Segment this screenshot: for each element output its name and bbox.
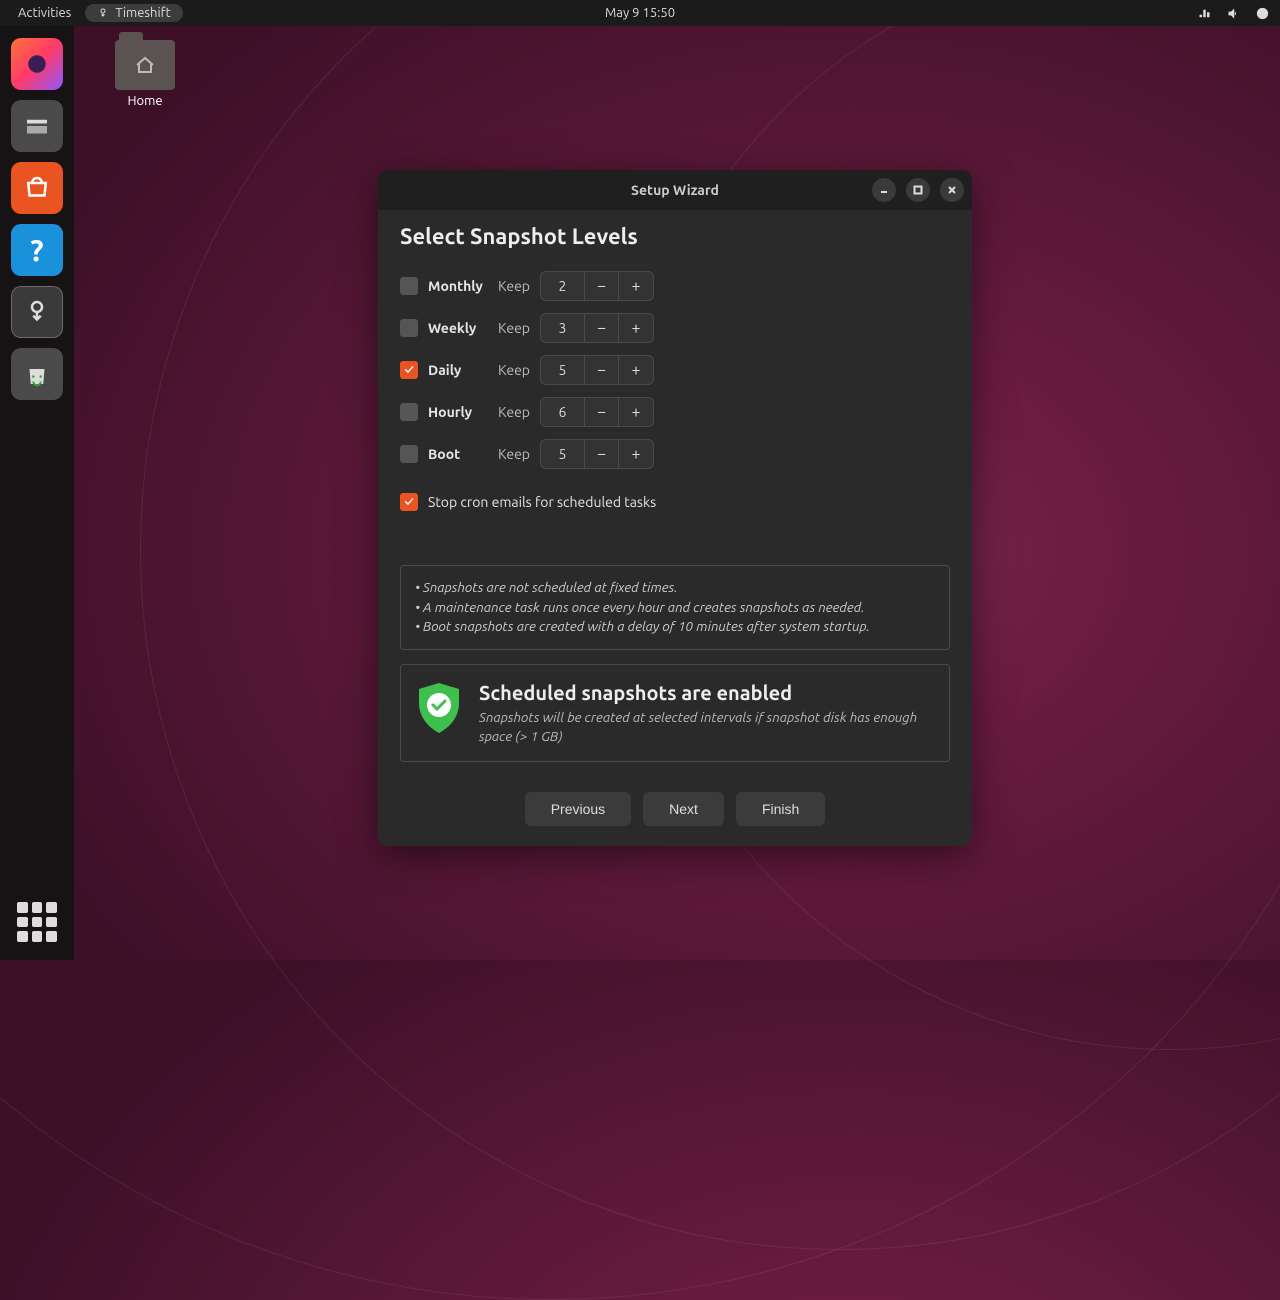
keep-label: Keep xyxy=(498,446,530,462)
decrement-button[interactable]: − xyxy=(585,440,619,468)
app-menu-button[interactable]: Timeshift xyxy=(85,4,182,22)
keep-spinner-boot: 5−+ xyxy=(540,439,654,469)
keep-label: Keep xyxy=(498,362,530,378)
files-icon xyxy=(22,111,52,141)
increment-button[interactable]: + xyxy=(619,314,653,342)
dock-trash[interactable] xyxy=(11,348,63,400)
keep-spinner-hourly: 6−+ xyxy=(540,397,654,427)
decrement-button[interactable]: − xyxy=(585,398,619,426)
level-label: Monthly xyxy=(428,278,498,294)
decrement-button[interactable]: − xyxy=(585,272,619,300)
dock-store[interactable] xyxy=(11,162,63,214)
keep-value[interactable]: 6 xyxy=(541,398,585,426)
activities-button[interactable]: Activities xyxy=(10,4,79,22)
volume-icon[interactable] xyxy=(1226,6,1241,21)
dock-help[interactable]: ? xyxy=(11,224,63,276)
increment-button[interactable]: + xyxy=(619,398,653,426)
level-label: Weekly xyxy=(428,320,498,336)
dialog-heading: Select Snapshot Levels xyxy=(400,224,950,249)
dialog-title: Setup Wizard xyxy=(631,182,719,198)
keep-label: Keep xyxy=(498,320,530,336)
decrement-button[interactable]: − xyxy=(585,356,619,384)
maximize-button[interactable] xyxy=(906,178,930,202)
show-applications-button[interactable] xyxy=(17,902,57,942)
keep-value[interactable]: 5 xyxy=(541,356,585,384)
timeshift-icon xyxy=(97,7,109,19)
dock-timeshift[interactable] xyxy=(11,286,63,338)
dock: ? xyxy=(0,26,74,960)
level-checkbox-hourly[interactable] xyxy=(400,403,418,421)
info-box: Snapshots are not scheduled at fixed tim… xyxy=(400,565,950,650)
close-button[interactable] xyxy=(940,178,964,202)
keep-value[interactable]: 3 xyxy=(541,314,585,342)
clock[interactable]: May 9 15:50 xyxy=(605,6,675,20)
top-bar: Activities Timeshift May 9 15:50 xyxy=(0,0,1280,26)
network-icon[interactable] xyxy=(1197,6,1212,21)
shield-check-icon xyxy=(415,681,463,735)
level-checkbox-monthly[interactable] xyxy=(400,277,418,295)
trash-icon xyxy=(22,359,52,389)
previous-button[interactable]: Previous xyxy=(525,792,631,826)
dock-firefox[interactable] xyxy=(11,38,63,90)
increment-button[interactable]: + xyxy=(619,272,653,300)
cron-label: Stop cron emails for scheduled tasks xyxy=(428,494,656,510)
cron-checkbox[interactable] xyxy=(400,493,418,511)
level-label: Hourly xyxy=(428,404,498,420)
status-title: Scheduled snapshots are enabled xyxy=(479,681,935,704)
info-line: Snapshots are not scheduled at fixed tim… xyxy=(415,578,935,598)
power-icon[interactable] xyxy=(1255,6,1270,21)
dialog-titlebar[interactable]: Setup Wizard xyxy=(378,170,972,210)
folder-icon xyxy=(115,40,175,90)
keep-value[interactable]: 5 xyxy=(541,440,585,468)
increment-button[interactable]: + xyxy=(619,356,653,384)
level-label: Daily xyxy=(428,362,498,378)
dialog-footer: Previous Next Finish xyxy=(400,792,950,826)
level-checkbox-boot[interactable] xyxy=(400,445,418,463)
desktop-icon-label: Home xyxy=(105,94,185,108)
info-line: A maintenance task runs once every hour … xyxy=(415,598,935,618)
increment-button[interactable]: + xyxy=(619,440,653,468)
decrement-button[interactable]: − xyxy=(585,314,619,342)
app-menu-label: Timeshift xyxy=(115,6,170,20)
timeshift-icon xyxy=(22,297,52,327)
keep-value[interactable]: 2 xyxy=(541,272,585,300)
finish-button[interactable]: Finish xyxy=(736,792,825,826)
firefox-icon xyxy=(22,49,52,79)
level-checkbox-weekly[interactable] xyxy=(400,319,418,337)
minimize-button[interactable] xyxy=(872,178,896,202)
store-icon xyxy=(22,173,52,203)
keep-spinner-monthly: 2−+ xyxy=(540,271,654,301)
level-label: Boot xyxy=(428,446,498,462)
desktop-home-icon[interactable]: Home xyxy=(105,40,185,108)
keep-label: Keep xyxy=(498,404,530,420)
setup-wizard-dialog: Setup Wizard Select Snapshot Levels Mont… xyxy=(378,170,972,846)
home-glyph-icon xyxy=(133,53,157,77)
info-line: Boot snapshots are created with a delay … xyxy=(415,617,935,637)
status-subtitle: Snapshots will be created at selected in… xyxy=(479,708,935,746)
keep-label: Keep xyxy=(498,278,530,294)
keep-spinner-weekly: 3−+ xyxy=(540,313,654,343)
status-box: Scheduled snapshots are enabled Snapshot… xyxy=(400,664,950,763)
next-button[interactable]: Next xyxy=(643,792,724,826)
level-checkbox-daily[interactable] xyxy=(400,361,418,379)
keep-spinner-daily: 5−+ xyxy=(540,355,654,385)
dock-files[interactable] xyxy=(11,100,63,152)
